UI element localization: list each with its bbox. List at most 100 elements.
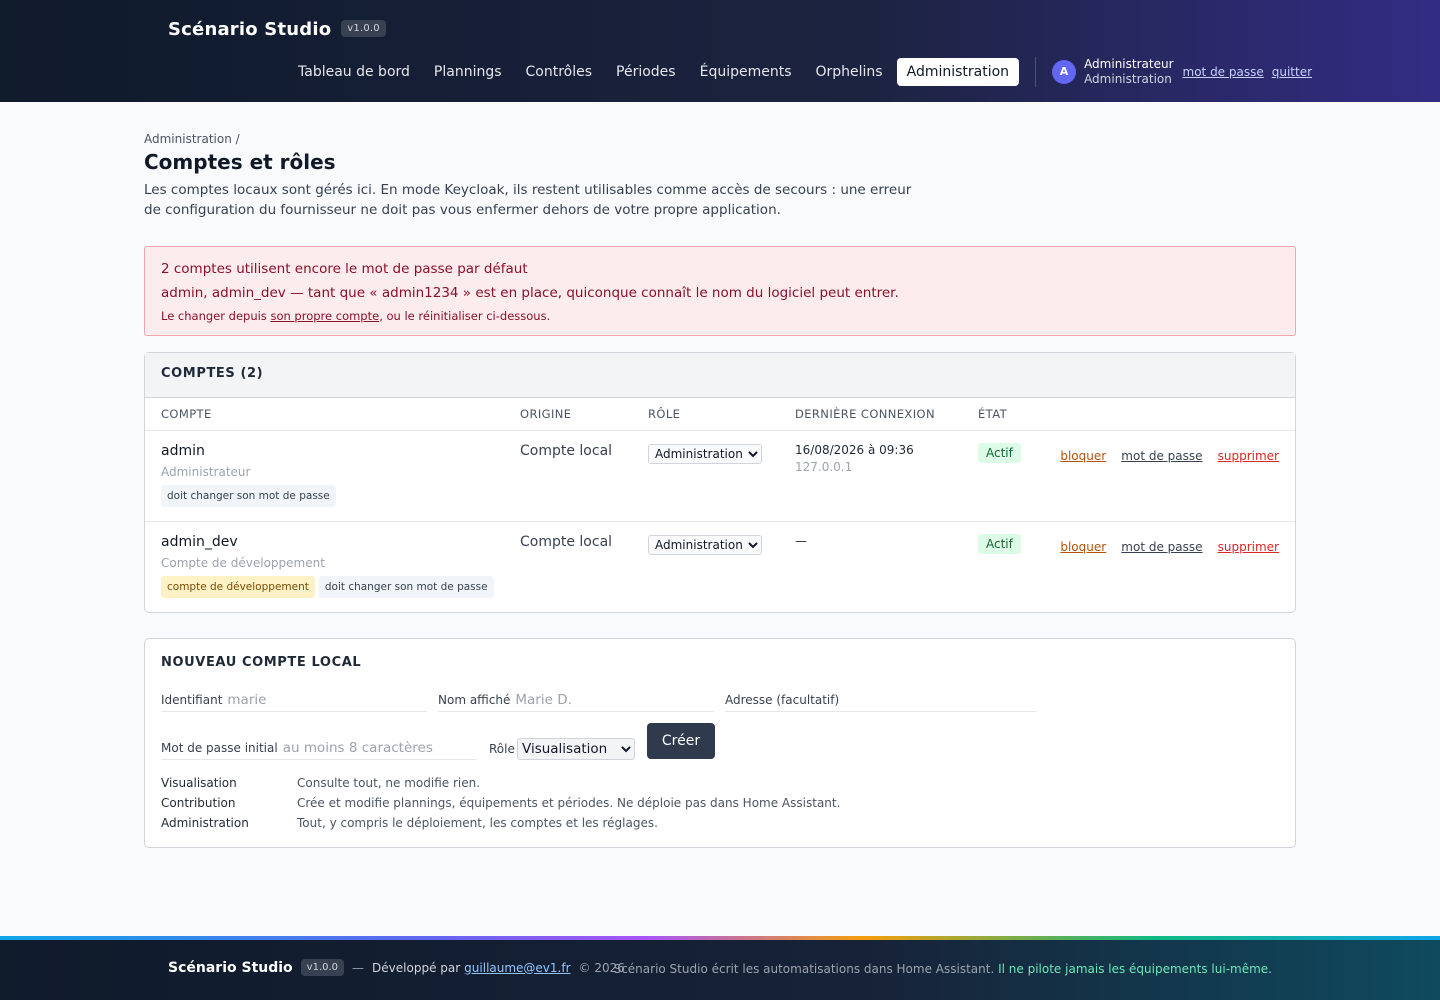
- nav-orphelins[interactable]: Orphelins: [806, 58, 893, 86]
- tag-must-change-password: doit changer son mot de passe: [161, 485, 336, 507]
- col-compte: COMPTE: [161, 407, 212, 421]
- main-nav: Tableau de bord Plannings Contrôles Péri…: [288, 57, 1320, 87]
- role-legend: Visualisation Consulte tout, ne modifie r…: [161, 776, 840, 836]
- account-origin: Compte local: [520, 443, 613, 459]
- account-name: admin_dev: [161, 534, 238, 550]
- legend-desc: Crée et modifie plannings, équipements e…: [297, 796, 841, 810]
- identifier-input[interactable]: [227, 691, 427, 708]
- password-label: Mot de passe initial: [161, 740, 278, 755]
- address-field: Adresse (facultatif): [725, 688, 1037, 712]
- role-label: Rôle: [489, 742, 515, 756]
- display-name-input[interactable]: [515, 691, 714, 708]
- row-divider: [145, 430, 1295, 431]
- col-role: RÔLE: [648, 407, 681, 421]
- logout-link[interactable]: quitter: [1272, 65, 1312, 79]
- role-cell: Administration: [648, 443, 762, 464]
- legend-role: Administration: [161, 816, 249, 830]
- breadcrumb: Administration /: [144, 132, 240, 146]
- account-origin: Compte local: [520, 534, 613, 550]
- nav-plannings[interactable]: Plannings: [424, 58, 512, 86]
- create-button[interactable]: Créer: [647, 723, 715, 759]
- new-account-title: NOUVEAU COMPTE LOCAL: [161, 655, 362, 670]
- password-field: Mot de passe initial: [161, 736, 477, 760]
- account-name: admin: [161, 443, 205, 459]
- role-select[interactable]: Administration: [648, 535, 762, 555]
- nav-administration[interactable]: Administration: [896, 58, 1020, 86]
- col-etat: ÉTAT: [978, 407, 1007, 421]
- default-password-alert: 2 comptes utilisent encore le mot de pas…: [144, 246, 1296, 336]
- table-row-account: admin Administrateur doit changer son mo…: [161, 443, 340, 507]
- block-link[interactable]: bloquer: [1060, 540, 1106, 554]
- row-actions: bloquer mot de passe supprimer: [1050, 536, 1279, 555]
- last-login-ip: 127.0.0.1: [795, 460, 853, 474]
- identifier-label: Identifiant: [161, 692, 223, 707]
- nav-equipements[interactable]: Équipements: [690, 58, 802, 86]
- status-badge: Actif: [978, 443, 1021, 463]
- delete-link[interactable]: supprimer: [1218, 540, 1279, 554]
- footer-email-link[interactable]: guillaume@ev1.fr: [464, 961, 570, 975]
- alert-title: 2 comptes utilisent encore le mot de pas…: [161, 261, 528, 277]
- footer-brand: Scénario Studio: [168, 959, 293, 976]
- new-account-card: NOUVEAU COMPTE LOCAL Identifiant Nom aff…: [144, 638, 1296, 848]
- app-footer: Scénario Studio v1.0.0 — Développé par g…: [0, 936, 1440, 1000]
- last-login-date: —: [795, 534, 807, 548]
- avatar: A: [1052, 60, 1077, 84]
- identifier-field: Identifiant: [161, 688, 427, 712]
- footer-dev-text: Développé par: [372, 960, 461, 975]
- tag-must-change-password: doit changer son mot de passe: [318, 576, 494, 598]
- legend-role: Visualisation: [161, 776, 237, 790]
- row-divider: [145, 521, 1295, 522]
- nav-controles[interactable]: Contrôles: [516, 58, 603, 86]
- legend-desc: Consulte tout, ne modifie rien.: [297, 776, 481, 790]
- last-login: —: [795, 534, 807, 548]
- footer-dash: —: [352, 960, 365, 975]
- footer-accent-bar: [0, 936, 1440, 940]
- accounts-card: COMPTES (2) COMPTE ORIGINE RÔLE DERNIÈRE…: [144, 352, 1296, 613]
- own-account-link[interactable]: son propre compte: [270, 309, 379, 323]
- new-role-select[interactable]: Visualisation: [517, 738, 635, 760]
- footer-note-text: Scénario Studio écrit les automatisation…: [613, 962, 995, 976]
- tag-dev-account: compte de développement: [161, 576, 315, 598]
- address-input[interactable]: [844, 691, 1037, 708]
- version-badge: v1.0.0: [341, 19, 386, 37]
- main-content: Administration / Comptes et rôles Les co…: [144, 132, 1296, 848]
- user-name: Administrateur: [1084, 57, 1174, 71]
- reset-password-link[interactable]: mot de passe: [1121, 449, 1202, 463]
- user-info: Administrateur Administration: [1084, 57, 1173, 87]
- row-actions: bloquer mot de passe supprimer: [1050, 445, 1279, 464]
- footer-version: v1.0.0: [300, 959, 345, 976]
- status-cell: Actif: [978, 533, 1021, 554]
- brand: Scénario Studio v1.0.0: [168, 19, 386, 40]
- display-name-field: Nom affiché: [438, 688, 714, 712]
- nav-tableau-de-bord[interactable]: Tableau de bord: [288, 58, 420, 86]
- user-role: Administration: [1084, 72, 1172, 86]
- legend-role: Contribution: [161, 796, 236, 810]
- password-input[interactable]: [282, 739, 477, 756]
- table-row-account: admin_dev Compte de développement compte…: [161, 534, 498, 598]
- legend-desc: Tout, y compris le déploiement, les comp…: [297, 816, 658, 830]
- status-cell: Actif: [978, 442, 1021, 463]
- last-login-date: 16/08/2026 à 09:36: [795, 443, 914, 457]
- brand-name: Scénario Studio: [168, 19, 332, 40]
- role-cell: Administration: [648, 534, 762, 555]
- nav-periodes[interactable]: Périodes: [606, 58, 686, 86]
- alert-hint-post: , ou le réinitialiser ci-dessous.: [379, 309, 551, 323]
- role-select[interactable]: Administration: [648, 444, 762, 464]
- footer-left: Scénario Studio v1.0.0 — Développé par g…: [168, 959, 625, 976]
- page-title: Comptes et rôles: [144, 150, 336, 174]
- col-origine: ORIGINE: [520, 407, 572, 421]
- accounts-header: COMPTES (2): [145, 353, 1295, 398]
- app-header: Scénario Studio v1.0.0 Tableau de bord Pl…: [0, 0, 1440, 102]
- reset-password-link[interactable]: mot de passe: [1121, 540, 1202, 554]
- delete-link[interactable]: supprimer: [1218, 449, 1279, 463]
- block-link[interactable]: bloquer: [1060, 449, 1106, 463]
- status-badge: Actif: [978, 534, 1021, 554]
- page-intro: Les comptes locaux sont gérés ici. En mo…: [144, 182, 912, 218]
- change-password-link[interactable]: mot de passe: [1183, 65, 1264, 79]
- alert-hint: Le changer depuis son propre compte, ou …: [161, 309, 1279, 323]
- last-login: 16/08/2026 à 09:36 127.0.0.1: [795, 443, 914, 474]
- nav-divider: [1035, 57, 1037, 87]
- display-name-label: Nom affiché: [438, 692, 511, 707]
- footer-note: Scénario Studio écrit les automatisation…: [614, 962, 1272, 976]
- account-display-name: Administrateur: [161, 465, 251, 479]
